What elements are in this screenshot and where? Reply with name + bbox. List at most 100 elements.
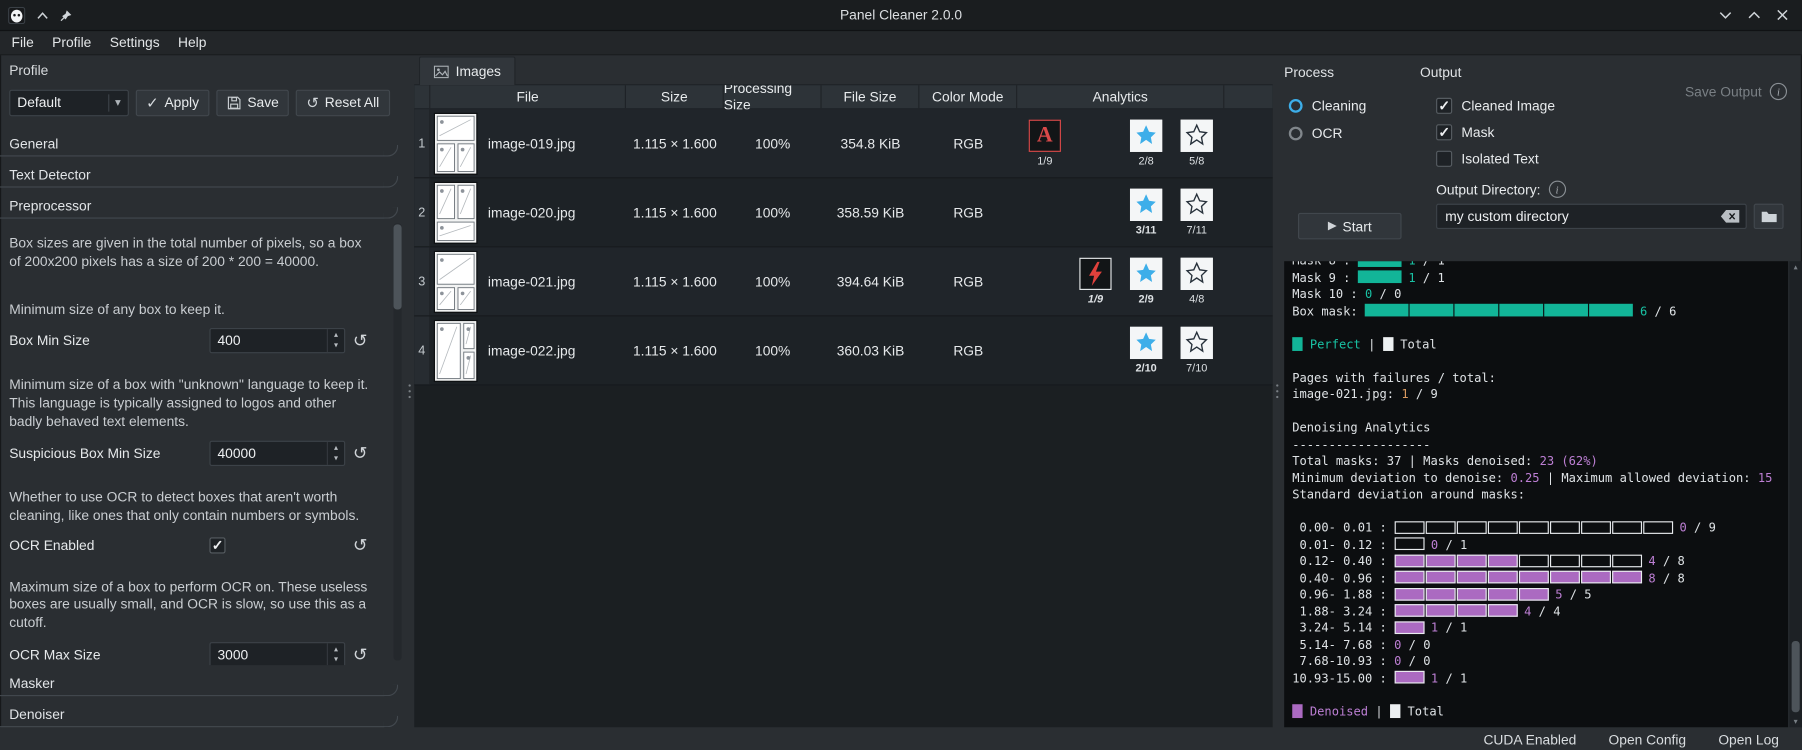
terminal-line: image-021.jpg: 1 / 9 [1292,387,1438,402]
terminal-line: Box mask: 6 / 6 [1292,303,1677,319]
spinbox-value: 40000 [217,445,256,462]
menu-settings[interactable]: Settings [101,35,169,51]
cell-analytics: 3/11 7/11 [1017,178,1224,246]
radio-icon[interactable] [1288,126,1303,141]
open-log-button[interactable]: Open Log [1718,732,1779,748]
analytics-slot: 1/9 [1070,257,1121,306]
header-processing-size[interactable]: Processing Size [724,85,822,113]
close-button[interactable] [1777,9,1789,21]
checkbox-icon[interactable] [1436,150,1453,167]
output-option-isolated-text[interactable]: Isolated Text [1436,150,1802,167]
profile-panel: Profile Default ▾ ✓ Apply Save ↺ Reset A… [0,55,405,728]
setting-description: Minimum size of a box with "unknown" lan… [9,376,369,430]
section-text-detector[interactable]: Text Detector [0,156,405,188]
table-row[interactable]: 2 image-020.jpg 1.115 × 1.600 100% 358.59 Ki… [414,178,1273,248]
title-bar[interactable]: Panel Cleaner 2.0.0 [0,0,1802,32]
splitter-handle[interactable] [1273,55,1282,727]
radio-label: OCR [1311,125,1343,142]
checkbox-ocr-enabled[interactable]: ✓ [209,536,226,554]
analytics-fraction: 2/8 [1138,154,1154,168]
spinbox-box-min-size[interactable]: 400 ▴ ▾ [209,328,346,354]
app-window: Panel Cleaner 2.0.0 File Profile Setting… [0,0,1802,750]
scroll-down-icon[interactable]: ▾ [1789,717,1802,726]
table-row[interactable]: 4 image-022.jpg 1.115 × 1.600 100% 360.03 Ki… [414,316,1273,386]
process-option-cleaning[interactable]: Cleaning [1288,98,1418,114]
splitter-handle[interactable] [405,55,414,727]
section-masker[interactable]: Masker [0,665,405,697]
output-option-cleaned-image[interactable]: ✓ Cleaned Image [1436,97,1802,114]
spinbox-ocr-max-size[interactable]: 3000 ▴ ▾ [209,642,346,666]
keep-above-icon[interactable] [37,11,49,19]
apply-button[interactable]: ✓ Apply [135,89,210,116]
scrollbar-handle[interactable] [1791,640,1800,713]
clear-input-icon[interactable] [1720,209,1740,223]
reset-icon: ↺ [306,93,319,112]
table-row[interactable]: 1 image-019.jpg 1.115 × 1.600 100% 354.8 KiB… [414,109,1273,179]
table-row[interactable]: 3 image-021.jpg 1.115 × 1.600 100% 394.64 Ki… [414,247,1273,317]
tab-images[interactable]: Images [418,56,516,86]
menu-profile[interactable]: Profile [43,35,101,51]
spinbox-suspicious-box-min-size[interactable]: 40000 ▴ ▾ [209,440,346,466]
checkbox-icon[interactable]: ✓ [1436,124,1453,141]
profile-scrollbar[interactable] [393,223,402,661]
reset-field-button[interactable]: ↺ [348,645,373,665]
cell-size: 1.115 × 1.600 [632,273,717,290]
image-icon [433,65,449,78]
terminal-line: 5.14- 7.68 : 0 / 0 [1292,638,1431,652]
analytics-fraction: 7/10 [1186,361,1208,375]
browse-directory-button[interactable] [1753,203,1784,229]
pin-icon[interactable] [60,9,73,22]
open-config-button[interactable]: Open Config [1609,732,1687,748]
cell-file-size: 354.8 KiB [840,135,901,152]
minimize-button[interactable] [1719,11,1732,19]
checkbox-icon[interactable]: ✓ [1436,97,1453,114]
section-general[interactable]: General [0,125,405,157]
menu-help[interactable]: Help [169,35,216,51]
info-icon[interactable]: i [1548,180,1566,198]
header-size[interactable]: Size [626,85,724,109]
start-button[interactable]: ▶ Start [1297,212,1402,240]
radio-icon[interactable] [1288,98,1303,113]
header-analytics[interactable]: Analytics [1017,85,1225,109]
terminal-line: 3.24- 5.14 : 1 / 1 [1292,620,1468,636]
header-color-mode[interactable]: Color Mode [919,85,1018,109]
save-output-label: Save Output i [1685,82,1788,101]
scrollbar-handle[interactable] [393,224,402,310]
section-denoiser[interactable]: Denoiser [0,696,405,728]
analytics-fraction: 4/8 [1189,292,1205,306]
status-bar: CUDA Enabled Open Config Open Log [0,727,1802,750]
menu-file[interactable]: File [2,35,43,51]
output-directory-input[interactable]: my custom directory [1436,203,1747,229]
terminal-scrollbar[interactable]: ▴ ▾ [1789,261,1802,728]
maximize-button[interactable] [1748,11,1761,19]
terminal-line: Standard deviation around masks: [1292,487,1526,502]
process-option-ocr[interactable]: OCR [1288,125,1418,142]
reset-field-button[interactable]: ↺ [348,443,373,464]
terminal-line: 0.40- 0.96 : 8 / 8 [1292,570,1685,586]
reset-field-button[interactable]: ↺ [348,535,373,556]
terminal-line: Mask 8 : 1 / 1 [1292,261,1788,270]
spin-up-button[interactable]: ▴ [328,331,344,341]
profile-panel-title: Profile [9,62,49,79]
output-group: Output ✓ Cleaned Image ✓ Mask Isolated Text … [1420,55,1802,261]
spin-up-button[interactable]: ▴ [328,443,344,453]
header-file[interactable]: File [430,85,626,109]
terminal-line: 10.93-15.00 : 1 / 1 [1292,670,1468,686]
reset-all-button[interactable]: ↺ Reset All [296,89,390,116]
section-preprocessor[interactable]: Preprocessor [0,188,405,219]
output-title: Output [1419,64,1462,81]
spin-down-button[interactable]: ▾ [328,655,344,665]
output-option-mask[interactable]: ✓ Mask [1436,124,1802,141]
file-name: image-019.jpg [487,135,576,152]
spin-down-button[interactable]: ▾ [328,453,344,463]
spin-down-button[interactable]: ▾ [328,341,344,351]
info-icon[interactable]: i [1769,82,1788,101]
spin-up-button[interactable]: ▴ [328,645,344,655]
save-button[interactable]: Save [216,89,290,116]
reset-field-button[interactable]: ↺ [348,331,373,352]
header-file-size[interactable]: File Size [822,85,920,109]
scroll-up-icon[interactable]: ▴ [1789,262,1802,272]
setting-description: Minimum size of any box to keep it. [9,301,225,318]
profile-select[interactable]: Default ▾ [9,89,129,116]
process-group: Process Cleaning OCR ▶ Start [1284,55,1417,261]
